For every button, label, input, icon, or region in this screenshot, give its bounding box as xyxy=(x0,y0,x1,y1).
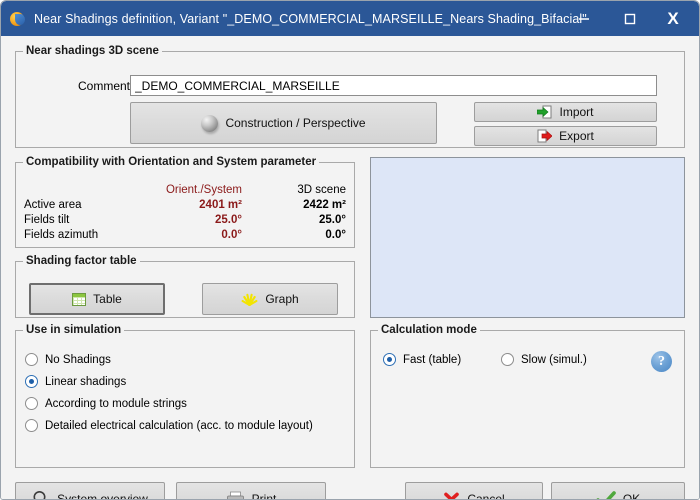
window-controls: X xyxy=(561,1,699,36)
group-legend-compatibility: Compatibility with Orientation and Syste… xyxy=(26,156,317,168)
green-check-icon xyxy=(596,490,616,499)
table-button-label: Table xyxy=(93,292,122,306)
import-arrow-icon xyxy=(537,105,552,119)
row-label-active-area: Active area xyxy=(24,198,82,211)
export-arrow-icon xyxy=(537,129,553,143)
group-legend-shading-factor: Shading factor table xyxy=(26,255,137,267)
grid-table-icon xyxy=(72,292,87,306)
col-header-3d-scene: 3D scene xyxy=(297,183,346,196)
cancel-label: Cancel xyxy=(467,492,505,500)
radio-fast-table[interactable]: Fast (table) xyxy=(383,353,461,366)
system-overview-button[interactable]: System overview xyxy=(15,482,165,500)
construction-perspective-button[interactable]: Construction / Perspective xyxy=(130,102,437,144)
maximize-button[interactable] xyxy=(607,1,653,36)
radio-detailed-electrical-calculation[interactable]: Detailed electrical calculation (acc. to… xyxy=(25,419,313,432)
radio-no-shadings[interactable]: No Shadings xyxy=(25,353,111,366)
globe-icon xyxy=(10,11,26,27)
help-question-icon[interactable]: ? xyxy=(651,351,672,372)
row-scene-fields-azimuth: 0.0° xyxy=(325,228,346,241)
cancel-button[interactable]: Cancel xyxy=(405,482,543,500)
row-scene-fields-tilt: 25.0° xyxy=(319,213,346,226)
print-label: Print xyxy=(251,492,277,500)
compatibility-group: Compatibility with Orientation and Syste… xyxy=(15,156,355,248)
import-button[interactable]: Import xyxy=(474,102,657,122)
row-orient-active-area: 2401 m² xyxy=(199,198,242,211)
compatibility-table: Orient./System 3D scene Active area 2401… xyxy=(24,182,346,242)
ok-button[interactable]: OK xyxy=(551,482,685,500)
radio-circle-icon xyxy=(501,353,514,366)
radio-circle-icon xyxy=(25,353,38,366)
radio-label-no-shadings: No Shadings xyxy=(45,353,111,366)
empty-corner xyxy=(24,182,164,197)
comment-label: Comment xyxy=(78,79,131,93)
row-scene-active-area: 2422 m² xyxy=(303,198,346,211)
close-button[interactable]: X xyxy=(653,1,699,36)
radio-label-module-strings: According to module strings xyxy=(45,397,187,410)
group-legend-use-in-simulation: Use in simulation xyxy=(26,324,122,336)
printer-icon xyxy=(226,491,245,499)
magnifier-icon xyxy=(32,490,50,499)
export-label: Export xyxy=(559,129,594,143)
shading-factor-table-group: Shading factor table Table Graph xyxy=(15,255,355,318)
row-orient-fields-tilt: 25.0° xyxy=(215,213,242,226)
system-overview-label: System overview xyxy=(57,492,148,500)
group-legend-scene: Near shadings 3D scene xyxy=(26,45,159,57)
comment-input[interactable] xyxy=(130,75,657,96)
near-shadings-3d-scene-group: Near shadings 3D scene Comment Construct… xyxy=(15,45,685,148)
import-label: Import xyxy=(559,105,594,119)
window-title: Near Shadings definition, Variant "_DEMO… xyxy=(34,11,587,26)
calculation-mode-group: Calculation mode Fast (table) Slow (simu… xyxy=(370,324,685,468)
table-row: Fields azimuth 0.0° 0.0° xyxy=(24,227,346,242)
graph-button-label: Graph xyxy=(265,292,299,306)
table-header-row: Orient./System 3D scene xyxy=(24,182,346,197)
export-button[interactable]: Export xyxy=(474,126,657,146)
col-header-orient-system: Orient./System xyxy=(165,183,242,196)
radio-circle-icon xyxy=(25,375,38,388)
radio-circle-icon xyxy=(383,353,396,366)
table-row: Fields tilt 25.0° 25.0° xyxy=(24,212,346,227)
title-bar: Near Shadings definition, Variant "_DEMO… xyxy=(1,1,699,36)
print-button[interactable]: Print xyxy=(176,482,326,500)
use-in-simulation-group: Use in simulation No Shadings Linear sha… xyxy=(15,324,355,468)
graph-button[interactable]: Graph xyxy=(202,283,338,315)
radio-label-linear-shadings: Linear shadings xyxy=(45,375,127,388)
radio-according-to-module-strings[interactable]: According to module strings xyxy=(25,397,187,410)
radio-label-slow-simul: Slow (simul.) xyxy=(521,353,587,366)
radio-label-fast-table: Fast (table) xyxy=(403,353,462,366)
group-legend-calculation-mode: Calculation mode xyxy=(381,324,477,336)
radio-circle-icon xyxy=(25,419,38,432)
table-row: Active area 2401 m² 2422 m² xyxy=(24,197,346,212)
radio-linear-shadings[interactable]: Linear shadings xyxy=(25,375,126,388)
sunburst-graph-icon xyxy=(241,293,258,306)
radio-slow-simul[interactable]: Slow (simul.) xyxy=(501,353,587,366)
sphere-icon xyxy=(201,114,219,132)
table-button[interactable]: Table xyxy=(29,283,165,315)
row-label-fields-tilt: Fields tilt xyxy=(24,213,70,226)
red-cross-icon xyxy=(443,491,460,499)
radio-label-detailed-electrical: Detailed electrical calculation (acc. to… xyxy=(45,419,313,432)
dialog-body: Near shadings 3D scene Comment Construct… xyxy=(1,36,699,499)
minimize-button[interactable] xyxy=(561,1,607,36)
row-label-fields-azimuth: Fields azimuth xyxy=(24,228,99,241)
near-shadings-dialog: Near Shadings definition, Variant "_DEMO… xyxy=(0,0,700,500)
3d-scene-preview[interactable] xyxy=(370,157,685,318)
radio-circle-icon xyxy=(25,397,38,410)
construction-perspective-label: Construction / Perspective xyxy=(225,116,366,130)
row-orient-fields-azimuth: 0.0° xyxy=(221,228,242,241)
ok-label: OK xyxy=(622,492,641,500)
